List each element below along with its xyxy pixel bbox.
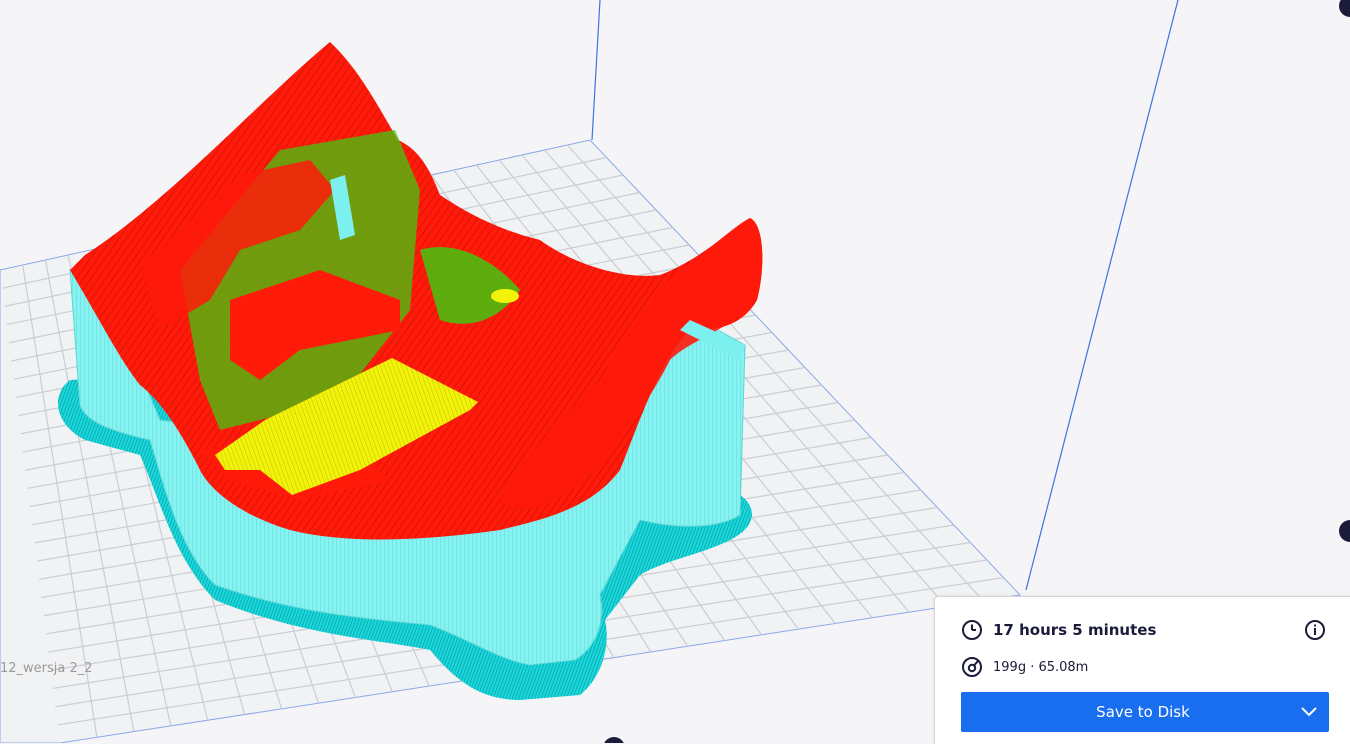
info-icon[interactable] [1304,619,1326,645]
chevron-down-icon[interactable] [1289,692,1329,732]
material-row: 199g · 65.08m [961,656,1088,678]
viewport-handle [1339,0,1350,17]
print-time: 17 hours 5 minutes [993,621,1157,639]
print-info-panel: 17 hours 5 minutes 199g · 65.08m Save to… [934,596,1350,744]
material-usage: 199g · 65.08m [993,659,1089,675]
save-button-label: Save to Disk [1096,703,1190,721]
spool-icon [961,656,983,678]
build-volume-edge [1025,0,1179,591]
model-name-label: 12_wersja 2_2 [0,661,93,676]
viewport-handle [604,737,624,743]
model-skin [491,289,519,303]
clock-icon [961,619,983,641]
build-volume-edge [591,0,601,141]
print-time-row: 17 hours 5 minutes [961,619,1156,641]
viewport-handle [1339,520,1350,542]
save-to-disk-button[interactable]: Save to Disk [961,692,1329,732]
